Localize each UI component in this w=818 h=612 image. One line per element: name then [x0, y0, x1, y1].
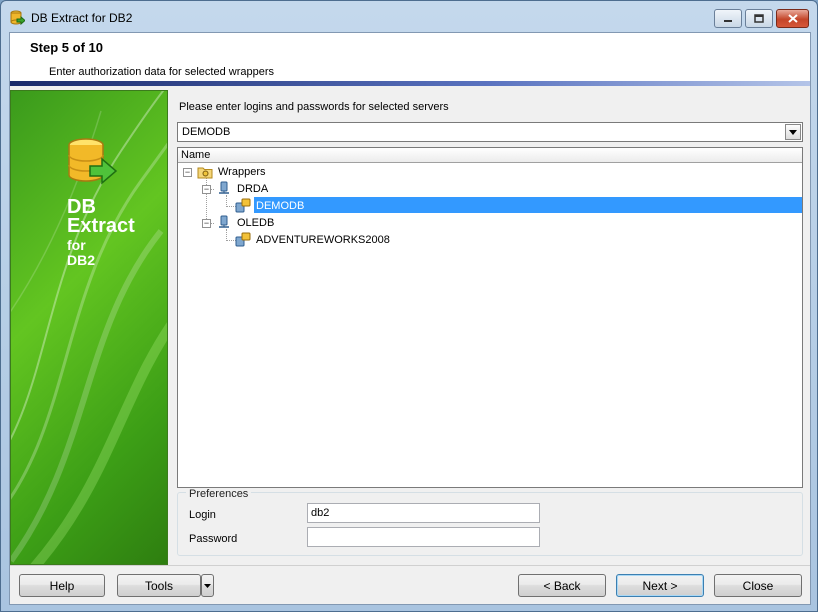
server-icon — [235, 232, 251, 247]
chevron-down-icon — [204, 583, 211, 588]
maximize-icon — [754, 14, 764, 23]
close-button[interactable]: Close — [714, 574, 802, 597]
wizard-header: Step 5 of 10 Enter authorization data fo… — [10, 33, 810, 81]
server-select-value: DEMODB — [182, 126, 231, 138]
password-field[interactable] — [307, 527, 540, 547]
wrapper-icon — [219, 181, 229, 194]
tools-dropdown-button[interactable] — [201, 574, 214, 597]
app-window: DB Extract for DB2 Step 5 of 10 Enter au… — [0, 0, 818, 612]
footer-divider — [10, 565, 810, 566]
tools-button[interactable]: Tools — [117, 574, 201, 597]
wrapper-icon — [219, 215, 229, 228]
tree-column-header[interactable]: Name — [178, 148, 802, 163]
folder-icon — [197, 167, 213, 179]
next-button-label: Next > — [642, 578, 678, 593]
banner-line-2: Extract — [67, 215, 135, 237]
step-subtitle: Enter authorization data for selected wr… — [49, 66, 275, 78]
login-label: Login — [189, 509, 216, 521]
tree-node-drda[interactable]: − DRDA — [202, 181, 402, 198]
window-title: DB Extract for DB2 — [31, 11, 133, 25]
server-select[interactable]: DEMODB — [177, 122, 803, 142]
servers-prompt: Please enter logins and passwords for se… — [179, 101, 449, 113]
close-icon — [787, 14, 798, 23]
name-column-label: Name — [181, 149, 211, 161]
tree-node-label: ADVENTUREWORKS2008 — [256, 234, 390, 246]
database-extract-icon — [68, 138, 118, 185]
step-title: Step 5 of 10 — [30, 40, 103, 55]
next-button[interactable]: Next > — [616, 574, 704, 597]
title-bar[interactable]: DB Extract for DB2 — [1, 1, 817, 33]
app-icon — [10, 10, 25, 26]
collapse-toggle[interactable]: − — [202, 219, 211, 228]
back-button-label: < Back — [543, 578, 581, 593]
tree-node-oledb[interactable]: − OLEDB — [202, 215, 402, 232]
minimize-icon — [724, 19, 732, 22]
login-field[interactable] — [307, 503, 540, 523]
wrappers-tree[interactable]: Name − Wrappers − DRDA DEMODB − OLEDB AD… — [177, 147, 803, 488]
close-button-label: Close — [742, 578, 774, 593]
maximize-button[interactable] — [745, 9, 773, 28]
tree-node-label: OLEDB — [237, 217, 275, 229]
tree-node-adventureworks2008[interactable]: ADVENTUREWORKS2008 — [235, 232, 455, 249]
tree-node-label: DEMODB — [256, 200, 305, 212]
help-button-label: Help — [49, 578, 75, 593]
minimize-button[interactable] — [714, 9, 742, 28]
wizard-client-area: Step 5 of 10 Enter authorization data fo… — [9, 32, 811, 605]
tree-node-demodb[interactable]: DEMODB — [235, 198, 435, 215]
chevron-down-icon — [789, 129, 797, 135]
help-button[interactable]: Help — [19, 574, 105, 597]
banner-line-3: for — [67, 237, 86, 253]
server-select-dropdown-button[interactable] — [785, 124, 801, 140]
close-window-button[interactable] — [776, 9, 809, 28]
banner-line-4: DB2 — [67, 252, 96, 268]
tree-node-label: DRDA — [237, 183, 269, 195]
back-button[interactable]: < Back — [518, 574, 606, 597]
product-banner: DB Extract for DB2 — [10, 90, 168, 565]
collapse-toggle[interactable]: − — [183, 168, 192, 177]
banner-product-name: DB Extract for DB2 — [67, 197, 135, 268]
preferences-title: Preferences — [186, 488, 252, 500]
password-label: Password — [189, 533, 238, 545]
tree-node-wrappers[interactable]: − Wrappers — [182, 164, 382, 181]
tree-node-label: Wrappers — [218, 166, 266, 178]
tools-button-label: Tools — [144, 578, 173, 593]
collapse-toggle[interactable]: − — [202, 185, 211, 194]
header-accent-bar — [10, 81, 810, 86]
server-icon — [235, 198, 251, 213]
